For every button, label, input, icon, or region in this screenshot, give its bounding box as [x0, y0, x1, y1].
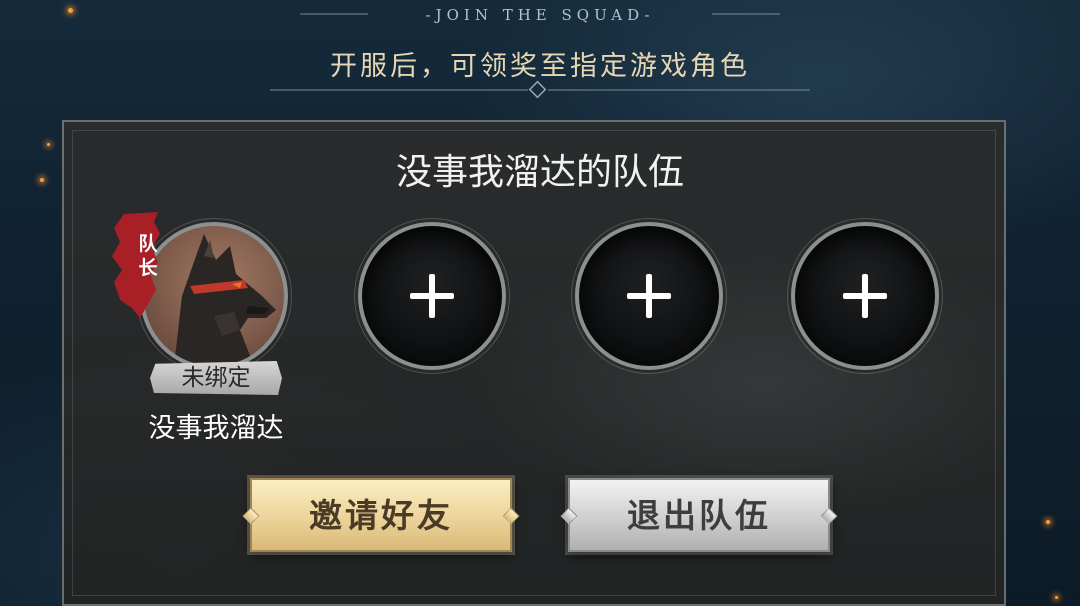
empty-slot-1[interactable] — [358, 222, 506, 370]
empty-slot-3[interactable] — [791, 222, 939, 370]
join-squad-tagline: -JOIN THE SQUAD- — [425, 6, 655, 24]
team-name: 没事我溜达的队伍 — [395, 152, 684, 193]
ember-particle — [1046, 520, 1050, 524]
plus-icon — [843, 274, 887, 318]
plus-icon — [627, 274, 671, 318]
leave-team-button[interactable]: 退出队伍 — [568, 478, 830, 552]
leader-player-name: 没事我溜达 — [148, 413, 284, 444]
plus-icon — [410, 274, 454, 318]
empty-slot-2[interactable] — [575, 222, 723, 370]
invite-friends-button[interactable]: 邀请好友 — [250, 478, 512, 552]
leader-badge: 队长 — [138, 233, 158, 279]
bind-status-tag: 未绑定 — [150, 361, 282, 395]
game-screen: -JOIN THE SQUAD- 开服后，可领奖至指定游戏角色 没事我溜达的队伍… — [0, 0, 1080, 606]
reward-notice: 开服后，可领奖至指定游戏角色 — [330, 51, 750, 82]
ember-particle — [1055, 596, 1058, 599]
